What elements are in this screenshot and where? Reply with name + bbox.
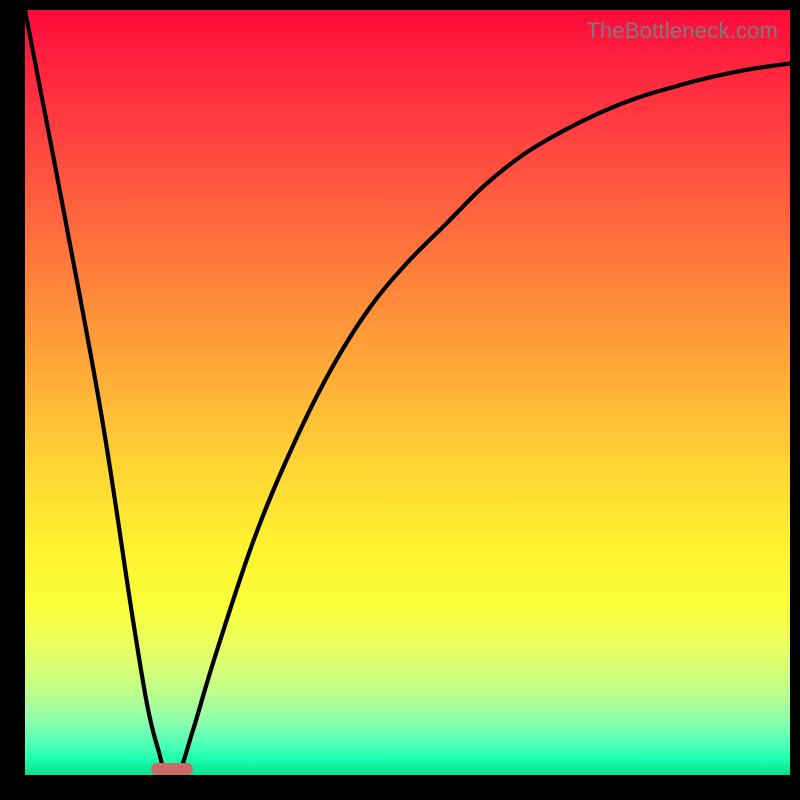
curve-path	[25, 10, 790, 780]
chart-frame: TheBottleneck.com	[0, 0, 800, 800]
optimal-marker	[151, 763, 193, 775]
bottleneck-curve	[25, 10, 790, 775]
plot-area: TheBottleneck.com	[25, 10, 790, 775]
